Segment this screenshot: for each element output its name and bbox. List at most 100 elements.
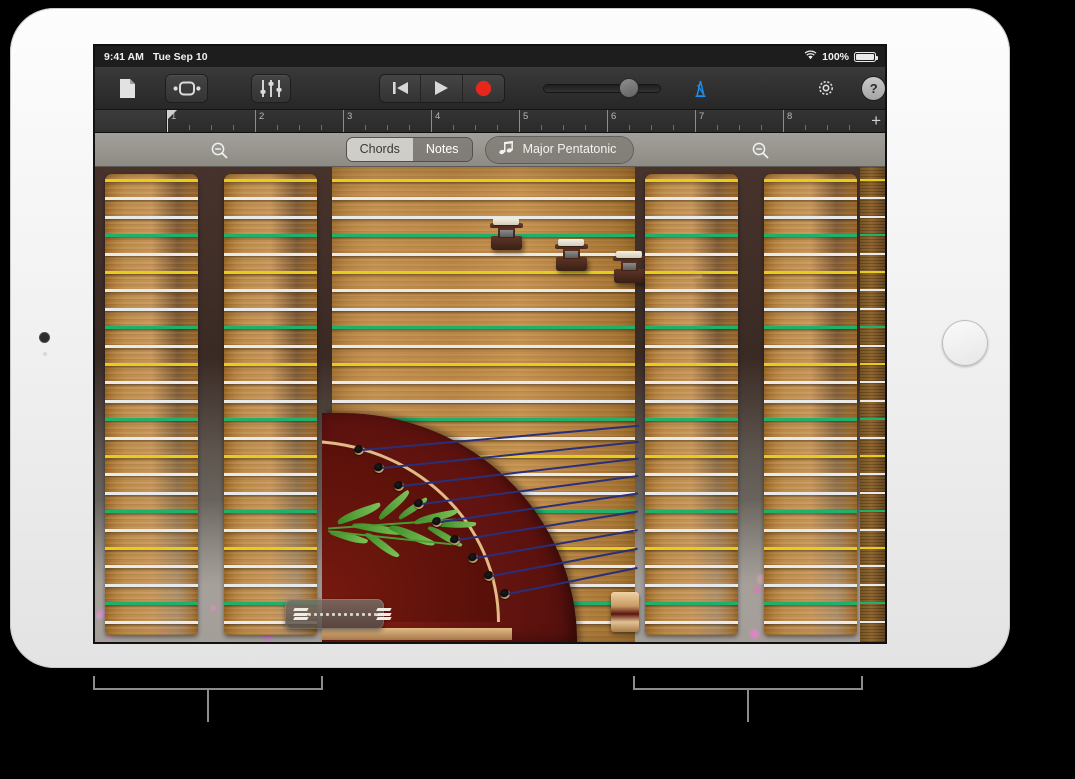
record-icon[interactable] — [463, 75, 504, 102]
note-string-2-7[interactable] — [224, 289, 317, 292]
note-string-4-19[interactable] — [764, 510, 857, 513]
note-string-4-5[interactable] — [764, 253, 857, 256]
note-string-1-21[interactable] — [105, 547, 198, 550]
koto-string-5[interactable] — [332, 253, 635, 256]
note-string-4-3[interactable] — [764, 216, 857, 219]
gear-icon[interactable] — [808, 75, 844, 102]
koto-soundboard[interactable] — [332, 167, 635, 642]
note-string-2-18[interactable] — [224, 492, 317, 495]
note-string-3-22[interactable] — [645, 565, 738, 568]
note-string-2-8[interactable] — [224, 308, 317, 311]
note-string-3-13[interactable] — [645, 400, 738, 403]
note-string-4-16[interactable] — [764, 455, 857, 458]
note-string-4-12[interactable] — [764, 381, 857, 384]
note-string-1-3[interactable] — [105, 216, 198, 219]
note-string-4-1[interactable] — [764, 179, 857, 182]
note-string-3-12[interactable] — [645, 381, 738, 384]
note-string-1-14[interactable] — [105, 418, 198, 421]
note-string-1-25[interactable] — [105, 621, 198, 624]
koto-string-2[interactable] — [332, 197, 635, 200]
note-string-1-13[interactable] — [105, 400, 198, 403]
note-string-1-17[interactable] — [105, 473, 198, 476]
add-section-button[interactable]: + — [871, 112, 881, 130]
note-string-1-5[interactable] — [105, 253, 198, 256]
note-string-2-1[interactable] — [224, 179, 317, 182]
note-string-1-1[interactable] — [105, 179, 198, 182]
note-string-4-24[interactable] — [764, 602, 857, 605]
note-strip-2[interactable] — [224, 174, 317, 635]
note-string-4-8[interactable] — [764, 308, 857, 311]
master-volume-slider[interactable] — [544, 85, 660, 92]
note-string-3-21[interactable] — [645, 547, 738, 550]
note-string-1-22[interactable] — [105, 565, 198, 568]
note-string-4-11[interactable] — [764, 363, 857, 366]
note-string-4-6[interactable] — [764, 271, 857, 274]
note-string-3-6[interactable] — [645, 271, 738, 274]
note-string-2-10[interactable] — [224, 345, 317, 348]
koto-string-10[interactable] — [332, 345, 635, 348]
koto-string-6[interactable] — [332, 271, 635, 274]
note-string-4-20[interactable] — [764, 529, 857, 532]
note-string-2-23[interactable] — [224, 584, 317, 587]
master-volume-knob[interactable] — [620, 79, 638, 97]
note-string-1-6[interactable] — [105, 271, 198, 274]
note-string-2-19[interactable] — [224, 510, 317, 513]
drag-handle-icon[interactable] — [285, 599, 384, 629]
note-string-2-3[interactable] — [224, 216, 317, 219]
note-string-2-16[interactable] — [224, 455, 317, 458]
mixer-sliders-icon[interactable] — [252, 75, 289, 102]
koto-string-3[interactable] — [332, 216, 635, 219]
note-string-1-8[interactable] — [105, 308, 198, 311]
note-string-2-11[interactable] — [224, 363, 317, 366]
note-string-3-4[interactable] — [645, 234, 738, 237]
rewind-icon[interactable] — [380, 75, 421, 102]
note-string-3-25[interactable] — [645, 621, 738, 624]
note-string-2-20[interactable] — [224, 529, 317, 532]
note-string-2-21[interactable] — [224, 547, 317, 550]
koto-string-11[interactable] — [332, 363, 635, 366]
note-string-3-3[interactable] — [645, 216, 738, 219]
home-button[interactable] — [942, 320, 988, 366]
note-string-3-15[interactable] — [645, 437, 738, 440]
note-string-2-15[interactable] — [224, 437, 317, 440]
note-string-4-4[interactable] — [764, 234, 857, 237]
scale-selector-button[interactable]: Major Pentatonic — [486, 137, 634, 163]
zoom-out-icon-right[interactable] — [751, 141, 770, 160]
note-string-2-22[interactable] — [224, 565, 317, 568]
note-string-3-2[interactable] — [645, 197, 738, 200]
note-string-2-13[interactable] — [224, 400, 317, 403]
note-string-3-19[interactable] — [645, 510, 738, 513]
note-string-2-2[interactable] — [224, 197, 317, 200]
note-string-4-21[interactable] — [764, 547, 857, 550]
note-string-3-8[interactable] — [645, 308, 738, 311]
note-string-3-5[interactable] — [645, 253, 738, 256]
note-string-4-23[interactable] — [764, 584, 857, 587]
note-strip-4[interactable] — [764, 174, 857, 635]
note-string-3-14[interactable] — [645, 418, 738, 421]
note-string-1-15[interactable] — [105, 437, 198, 440]
note-string-3-10[interactable] — [645, 345, 738, 348]
note-string-1-10[interactable] — [105, 345, 198, 348]
note-string-2-12[interactable] — [224, 381, 317, 384]
note-string-4-15[interactable] — [764, 437, 857, 440]
koto-string-12[interactable] — [332, 381, 635, 384]
tracks-view-icon[interactable] — [166, 75, 207, 102]
timeline-ruler[interactable]: 12345678 + — [95, 110, 885, 133]
note-string-3-16[interactable] — [645, 455, 738, 458]
note-string-2-14[interactable] — [224, 418, 317, 421]
koto-string-9[interactable] — [332, 326, 635, 329]
note-string-4-7[interactable] — [764, 289, 857, 292]
note-string-3-18[interactable] — [645, 492, 738, 495]
tab-notes[interactable]: Notes — [413, 138, 472, 161]
note-string-4-25[interactable] — [764, 621, 857, 624]
play-icon[interactable] — [421, 75, 462, 102]
document-icon[interactable] — [109, 75, 145, 102]
note-string-2-6[interactable] — [224, 271, 317, 274]
playhead[interactable] — [167, 110, 168, 133]
note-string-4-2[interactable] — [764, 197, 857, 200]
note-string-1-23[interactable] — [105, 584, 198, 587]
note-string-1-12[interactable] — [105, 381, 198, 384]
koto-string-4[interactable] — [332, 234, 635, 237]
note-string-4-14[interactable] — [764, 418, 857, 421]
metronome-icon[interactable] — [682, 75, 718, 102]
